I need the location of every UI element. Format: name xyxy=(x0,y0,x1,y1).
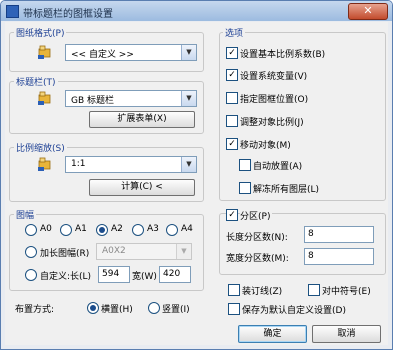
custom-width-value: 420 xyxy=(163,269,181,279)
checkbox-thaw-layers[interactable] xyxy=(239,182,251,194)
custom-length-value: 594 xyxy=(102,269,120,279)
radio-custom-label: 自定义:长(L) xyxy=(40,272,92,282)
auto-place-label: 自动放置(A) xyxy=(253,162,303,172)
radio-a0[interactable] xyxy=(25,224,37,236)
save-default-label: 保存为默认自定义设置(D) xyxy=(242,306,346,316)
folder-icon[interactable] xyxy=(38,90,52,105)
checkbox-system-vars[interactable]: ✓ xyxy=(226,69,238,81)
folder-icon[interactable] xyxy=(38,156,52,171)
folder-icon[interactable] xyxy=(38,44,52,59)
checkbox-adjust-scale[interactable] xyxy=(226,115,238,127)
radio-a2-label: A2 xyxy=(111,224,123,234)
radio-horizontal[interactable] xyxy=(87,302,99,314)
scale-combo[interactable]: 1:1 ▼ xyxy=(65,156,197,173)
length-partition-value: 8 xyxy=(308,229,314,239)
checkbox-base-scale[interactable]: ✓ xyxy=(226,47,238,59)
dialog-client: 图纸格式(P) << 自定义 >> ▼ 标题栏(T) GB 标题栏 ▼ 扩展表单… xyxy=(5,22,388,345)
app-icon xyxy=(6,5,19,18)
radio-custom[interactable] xyxy=(25,269,37,281)
chevron-down-icon: ▼ xyxy=(176,244,191,259)
radio-vertical[interactable] xyxy=(148,302,160,314)
adjust-scale-label: 调整对象比例(J) xyxy=(240,118,304,128)
chevron-down-icon[interactable]: ▼ xyxy=(181,91,196,106)
length-partition-input[interactable]: 8 xyxy=(304,226,374,243)
partition-label: 分区(P) xyxy=(240,209,273,222)
width-partition-label: 宽度分区数(M): xyxy=(226,254,289,264)
base-scale-label: 设置基本比例系数(B) xyxy=(240,50,326,60)
checkbox-frame-position[interactable] xyxy=(226,92,238,104)
checkbox-partition[interactable]: ✓ xyxy=(226,209,238,221)
checkbox-move-objects[interactable]: ✓ xyxy=(226,138,238,150)
sheet-size-legend: 图幅 xyxy=(14,208,37,221)
move-objects-label: 移动对象(M) xyxy=(240,141,291,151)
radio-a4[interactable] xyxy=(166,224,178,236)
radio-a3-label: A3 xyxy=(147,224,159,234)
layout-label: 布置方式: xyxy=(15,305,55,315)
title-block-combo[interactable]: GB 标题栏 ▼ xyxy=(65,90,197,107)
system-vars-label: 设置系统变量(V) xyxy=(240,72,308,82)
checkbox-binding-line[interactable] xyxy=(228,284,240,296)
cancel-button[interactable]: 取消 xyxy=(312,325,381,343)
thaw-layers-label: 解冻所有图层(L) xyxy=(253,185,320,195)
radio-a1[interactable] xyxy=(60,224,72,236)
binding-line-label: 装订线(Z) xyxy=(242,287,283,297)
radio-extended[interactable] xyxy=(25,246,37,258)
title-block-value: GB 标题栏 xyxy=(71,96,115,106)
checkbox-save-default[interactable] xyxy=(228,303,240,315)
length-partition-label: 长度分区数(N): xyxy=(226,233,288,243)
options-legend: 选项 xyxy=(223,26,246,39)
dialog-window: 带标题栏的图框设置 ✕ 图纸格式(P) << 自定义 >> ▼ 标题栏(T) G… xyxy=(0,0,393,350)
center-mark-label: 对中符号(E) xyxy=(322,287,371,297)
radio-horizontal-label: 横置(H) xyxy=(101,305,133,315)
chevron-down-icon[interactable]: ▼ xyxy=(181,157,196,172)
custom-width-input[interactable]: 420 xyxy=(159,266,191,283)
frame-format-value: << 自定义 >> xyxy=(71,50,134,60)
ok-button[interactable]: 确定 xyxy=(238,325,307,343)
frame-format-combo[interactable]: << 自定义 >> ▼ xyxy=(65,44,197,61)
frame-format-legend: 图纸格式(P) xyxy=(14,26,67,39)
dialog-title: 带标题栏的图框设置 xyxy=(23,9,113,20)
calculate-button[interactable]: 计算(C) < xyxy=(89,179,195,196)
radio-a4-label: A4 xyxy=(181,224,193,234)
radio-a3[interactable] xyxy=(132,224,144,236)
title-bar[interactable]: 带标题栏的图框设置 ✕ xyxy=(1,1,392,21)
title-block-legend: 标题栏(T) xyxy=(14,75,58,88)
extended-size-value: A0X2 xyxy=(102,246,126,256)
scale-legend: 比例缩放(S) xyxy=(14,141,67,154)
scale-value: 1:1 xyxy=(71,159,86,169)
close-button[interactable]: ✕ xyxy=(348,3,388,20)
partition-group xyxy=(219,213,386,275)
width-partition-value: 8 xyxy=(308,251,314,261)
radio-a1-label: A1 xyxy=(75,224,87,234)
checkbox-auto-place[interactable] xyxy=(239,159,251,171)
width-partition-input[interactable]: 8 xyxy=(304,248,374,265)
frame-position-label: 指定图框位置(O) xyxy=(240,95,309,105)
custom-width-label: 宽(W) xyxy=(132,272,157,282)
checkbox-center-mark[interactable] xyxy=(308,284,320,296)
radio-a2[interactable] xyxy=(96,224,108,236)
radio-a0-label: A0 xyxy=(40,224,52,234)
extended-size-combo: A0X2 ▼ xyxy=(96,243,192,260)
radio-vertical-label: 竖置(I) xyxy=(162,305,190,315)
radio-extended-label: 加长图幅(R) xyxy=(40,249,90,259)
custom-length-input[interactable]: 594 xyxy=(98,266,130,283)
chevron-down-icon[interactable]: ▼ xyxy=(181,45,196,60)
expand-form-button[interactable]: 扩展表单(X) xyxy=(89,111,195,128)
